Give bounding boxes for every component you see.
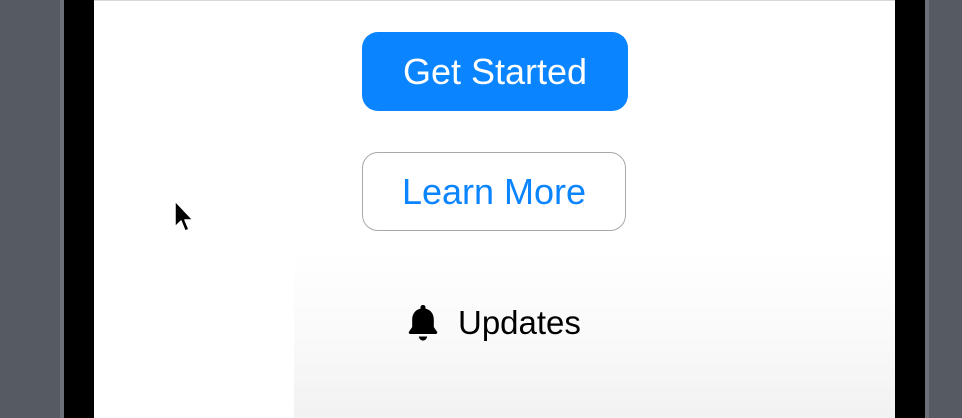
mouse-pointer-icon [174, 200, 194, 232]
get-started-button-label: Get Started [402, 50, 588, 92]
get-started-button[interactable]: Get Started [362, 32, 628, 111]
updates-item[interactable]: Updates [406, 300, 581, 346]
updates-label: Updates [458, 304, 581, 341]
learn-more-button-label: Learn More [401, 170, 587, 212]
device-screen: Get Started Learn More Updates [94, 0, 895, 418]
screen-top-divider [94, 0, 895, 1]
bell-icon [408, 305, 438, 341]
background-fade [294, 248, 895, 418]
device-frame-right [895, 0, 925, 418]
device-bezel-right [925, 0, 929, 418]
learn-more-button[interactable]: Learn More [362, 152, 626, 231]
device-frame-left [64, 0, 94, 418]
